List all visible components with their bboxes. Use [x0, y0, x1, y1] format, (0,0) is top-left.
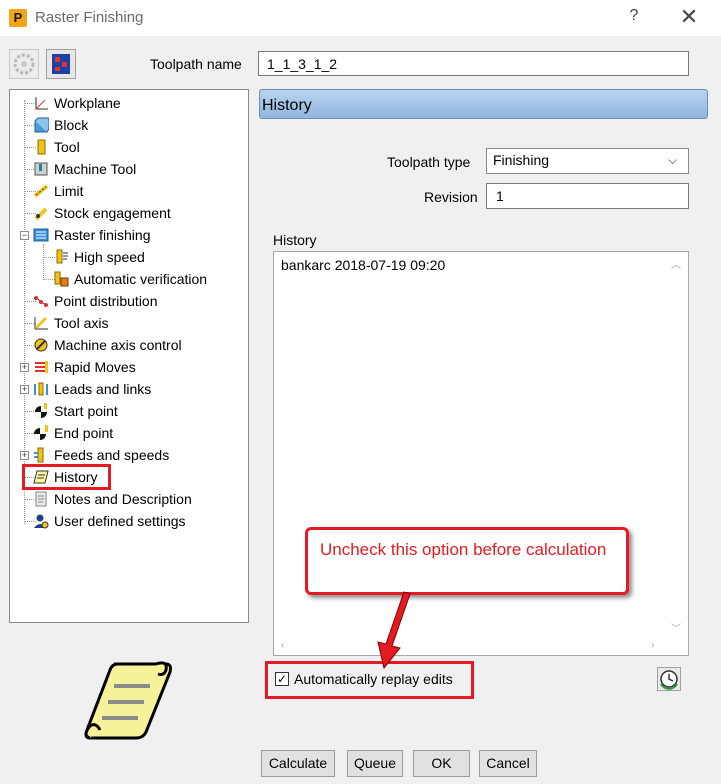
- tree-item-label: Point distribution: [54, 293, 158, 309]
- scroll-right-arrow[interactable]: ›: [651, 640, 654, 651]
- tree-item-label: User defined settings: [54, 513, 186, 529]
- scroll-up-arrow[interactable]: ︿: [671, 256, 681, 271]
- expand-toggle[interactable]: +: [20, 385, 29, 394]
- gear-cluster-icon: [13, 53, 35, 75]
- tree-item-notes[interactable]: Notes and Description: [10, 489, 248, 509]
- expand-toggle[interactable]: +: [20, 451, 29, 460]
- cancel-button[interactable]: Cancel: [479, 750, 537, 777]
- panel-header: [259, 89, 708, 119]
- settings-toggle-button[interactable]: [9, 49, 39, 79]
- history-scroll-icon: [84, 661, 172, 740]
- leads-links-icon: [34, 382, 48, 396]
- clock-icon: [660, 670, 678, 690]
- tree-item-label: Tool: [54, 139, 80, 155]
- calculate-button[interactable]: Calculate: [261, 750, 335, 777]
- chevron-down-icon[interactable]: ⌵: [668, 153, 677, 168]
- tree-item-limit[interactable]: Limit: [10, 181, 248, 201]
- high-speed-icon: [56, 249, 68, 264]
- tree-item-point-distribution[interactable]: Point distribution: [10, 291, 248, 311]
- toolpath-type-label: Toolpath type: [387, 154, 471, 170]
- callout-arrow: [377, 591, 411, 670]
- tree-item-machine-tool[interactable]: Machine Tool: [10, 159, 248, 179]
- replay-edits-checkbox[interactable]: ✓: [275, 672, 289, 686]
- tree-item-label: Machine Tool: [54, 161, 137, 177]
- rapid-moves-icon: [35, 361, 48, 373]
- tree-item-stock-engagement[interactable]: Stock engagement: [10, 203, 248, 223]
- history-list-label: History: [273, 232, 317, 248]
- toolpath-name-input[interactable]: [258, 51, 689, 76]
- panel-title: History: [262, 97, 312, 114]
- help-button[interactable]: ?: [626, 7, 642, 25]
- tree-item-leads-links[interactable]: + Leads and links: [10, 379, 248, 399]
- expand-toggle[interactable]: +: [20, 363, 29, 372]
- tree-item-label: Workplane: [54, 95, 121, 111]
- tool-axis-icon: [34, 316, 48, 330]
- tree-item-label: Start point: [54, 403, 118, 419]
- replay-edits-label[interactable]: Automatically replay edits: [294, 671, 453, 687]
- history-entry[interactable]: bankarc 2018-07-19 09:20: [281, 257, 445, 273]
- tree-item-label: High speed: [74, 249, 145, 265]
- collapse-toggle[interactable]: −: [20, 231, 29, 240]
- scroll-down-arrow[interactable]: ﹀: [671, 620, 681, 635]
- tree-item-label: Tool axis: [54, 315, 109, 331]
- close-button[interactable]: ✕: [678, 4, 700, 30]
- tree-item-automatic-verification[interactable]: Automatic verification: [10, 269, 248, 289]
- tree-item-user-settings[interactable]: User defined settings: [10, 511, 248, 531]
- user-settings-icon: [34, 514, 49, 529]
- callout-text: Uncheck this option before calculation: [320, 540, 607, 559]
- app-logo-icon: P: [9, 9, 27, 27]
- machine-tool-icon: [34, 162, 48, 176]
- tree-item-high-speed[interactable]: High speed: [10, 247, 248, 267]
- toolpath-name-label: Toolpath name: [150, 56, 242, 72]
- revision-label: Revision: [424, 189, 478, 205]
- stock-engagement-icon: [34, 207, 48, 221]
- tree-item-workplane[interactable]: Workplane: [10, 93, 248, 113]
- tree-item-label: End point: [54, 425, 114, 441]
- tree-item-label: Block: [54, 117, 89, 133]
- automatic-verification-icon: [54, 271, 69, 287]
- tree-item-label: Limit: [54, 183, 84, 199]
- tree-item-tool[interactable]: Tool: [10, 137, 248, 157]
- raster-strategy-button[interactable]: [46, 49, 76, 79]
- scroll-left-arrow[interactable]: ‹: [281, 640, 284, 651]
- notes-icon: [35, 491, 47, 507]
- tree-item-block[interactable]: Block: [10, 115, 248, 135]
- tree-item-label: Rapid Moves: [54, 359, 136, 375]
- raster-pattern-icon: [52, 54, 70, 74]
- tree-item-label: Notes and Description: [54, 491, 192, 507]
- tree-item-label: Feeds and speeds: [54, 447, 170, 463]
- tree-item-label: Stock engagement: [54, 205, 171, 221]
- queue-button[interactable]: Queue: [347, 750, 403, 777]
- tree-item-label: Leads and links: [54, 381, 152, 397]
- tree-item-machine-axis-control[interactable]: Machine axis control: [10, 335, 248, 355]
- window-title: Raster Finishing: [35, 9, 144, 26]
- tree-item-label: Raster finishing: [54, 227, 151, 243]
- raster-finishing-icon: [33, 228, 49, 242]
- machine-axis-control-icon: [34, 338, 48, 352]
- tree-item-feeds-speeds[interactable]: + Feeds and speeds: [10, 445, 248, 465]
- ok-button[interactable]: OK: [413, 750, 470, 777]
- workplane-icon: [35, 97, 48, 110]
- tree-item-label: Automatic verification: [74, 271, 208, 287]
- tool-icon: [37, 139, 46, 155]
- schedule-button[interactable]: [657, 667, 681, 691]
- tree-item-tool-axis[interactable]: Tool axis: [10, 313, 248, 333]
- end-point-icon: [34, 425, 48, 440]
- limit-icon: [33, 184, 49, 198]
- block-icon: [34, 117, 49, 133]
- revision-input[interactable]: [486, 183, 689, 209]
- tree-item-rapid-moves[interactable]: + Rapid Moves: [10, 357, 248, 377]
- tree-item-start-point[interactable]: Start point: [10, 401, 248, 421]
- toolpath-type-value: Finishing: [493, 152, 550, 168]
- feeds-speeds-icon: [34, 447, 44, 463]
- tree-item-label: Machine axis control: [54, 337, 182, 353]
- history-list[interactable]: [273, 251, 689, 656]
- tree-item-end-point[interactable]: End point: [10, 423, 248, 443]
- point-distribution-icon: [34, 296, 48, 307]
- start-point-icon: [35, 403, 47, 418]
- history-highlight-box: [22, 464, 111, 490]
- settings-tree[interactable]: Workplane Block Tool Machine Tool Limit …: [9, 89, 249, 623]
- tree-item-raster-finishing[interactable]: − Raster finishing: [10, 225, 248, 245]
